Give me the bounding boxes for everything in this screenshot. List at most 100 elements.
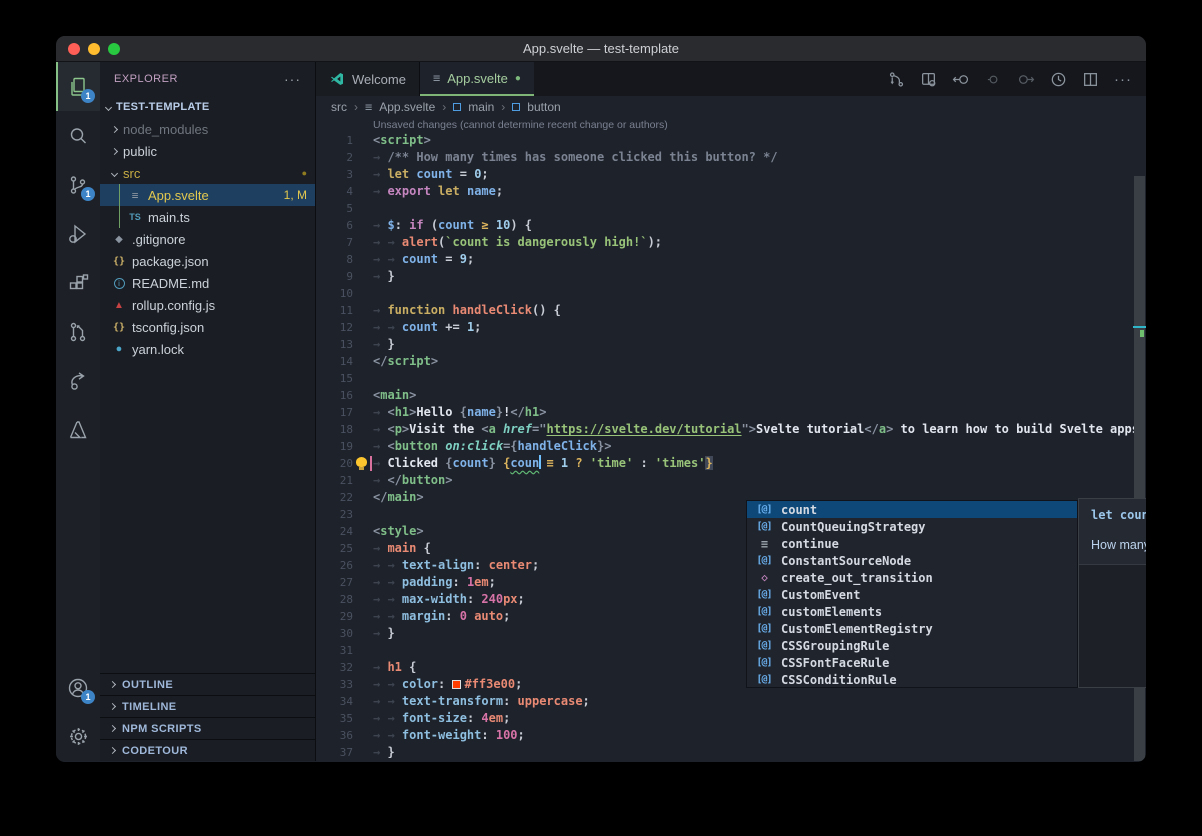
code-line-16[interactable]: 16<main> — [316, 387, 1146, 404]
code-line-6[interactable]: 6→ $: if (count ≥ 10) { — [316, 217, 1146, 234]
code-line-1[interactable]: 1<script> — [316, 132, 1146, 149]
explorer-activity-button[interactable]: 1 — [56, 62, 100, 111]
code-line-21[interactable]: 21→ </button> — [316, 472, 1146, 489]
tree-item-main-ts[interactable]: TSmain.ts — [100, 206, 315, 228]
code-line-14[interactable]: 14</script> — [316, 353, 1146, 370]
suggestion-label: create_out_transition — [781, 571, 933, 585]
code-line-8[interactable]: 8→ → count = 9; — [316, 251, 1146, 268]
tree-item-node-modules[interactable]: node_modules — [100, 118, 315, 140]
suggestion-label: customElements — [781, 605, 882, 619]
section-codetour[interactable]: CODETOUR — [100, 739, 315, 761]
code-line-3[interactable]: 3→ let count = 0; — [316, 166, 1146, 183]
back-icon[interactable] — [952, 71, 971, 88]
more-actions-icon[interactable]: ··· — [1114, 71, 1132, 88]
tree-item-tsconfig-json[interactable]: {}tsconfig.json — [100, 316, 315, 338]
tree-item-src[interactable]: src● — [100, 162, 315, 184]
code-line-15[interactable]: 15 — [316, 370, 1146, 387]
code-line-18[interactable]: 18→ <p>Visit the <a href="https://svelte… — [316, 421, 1146, 438]
file-name: public — [123, 144, 157, 159]
code-line-4[interactable]: 4→ export let name; — [316, 183, 1146, 200]
settings-button[interactable] — [56, 712, 100, 761]
chevron-right-icon — [111, 147, 118, 154]
suggest-details-panel: let count: number How many times has som… — [1078, 498, 1146, 688]
symbol-element-icon — [453, 103, 461, 111]
section-timeline[interactable]: TIMELINE — [100, 695, 315, 717]
source-control-activity-button[interactable]: 1 — [56, 160, 100, 209]
color-swatch — [452, 680, 461, 689]
suggest-item-constantsourcenode[interactable]: [@]ConstantSourceNode — [747, 552, 1077, 569]
code-line-5[interactable]: 5 — [316, 200, 1146, 217]
line-number: 6 — [316, 217, 353, 234]
breadcrumb-item[interactable]: src — [331, 100, 347, 114]
line-number: 20 — [316, 455, 353, 472]
code-line-12[interactable]: 12→ → count += 1; — [316, 319, 1146, 336]
search-activity-button[interactable] — [56, 111, 100, 160]
suggest-item-customevent[interactable]: [@]CustomEvent — [747, 586, 1077, 603]
previous-change-icon[interactable] — [986, 72, 1001, 87]
code-line-36[interactable]: 36→ → font-weight: 100; — [316, 727, 1146, 744]
breadcrumb-item[interactable]: button — [527, 100, 560, 114]
tree-item-public[interactable]: public — [100, 140, 315, 162]
glyph-margin — [353, 387, 373, 404]
suggest-item-count[interactable]: [@]count — [747, 501, 1077, 518]
tab-welcome[interactable]: Welcome — [316, 62, 420, 96]
code-text: </main> — [373, 489, 424, 506]
account-button[interactable]: 1 — [56, 663, 100, 712]
code-line-13[interactable]: 13→ } — [316, 336, 1146, 353]
azure-activity-button[interactable] — [56, 405, 100, 454]
code-line-10[interactable]: 10 — [316, 285, 1146, 302]
breadcrumb-item[interactable]: App.svelte — [379, 100, 435, 114]
tree-item-yarn-lock[interactable]: ●yarn.lock — [100, 338, 315, 360]
code-line-2[interactable]: 2→ /** How many times has someone clicke… — [316, 149, 1146, 166]
suggest-doc: How many times has someone clicked this … — [1091, 538, 1146, 552]
tree-item--gitignore[interactable]: ◆.gitignore — [100, 228, 315, 250]
folder-modified-dot: ● — [302, 168, 307, 178]
tree-item-app-svelte[interactable]: ≡App.svelte1, M — [100, 184, 315, 206]
suggest-item-cssconditionrule[interactable]: [@]CSSConditionRule — [747, 671, 1077, 688]
tree-item-rollup-config-js[interactable]: ▲rollup.config.js — [100, 294, 315, 316]
section-outline[interactable]: OUTLINE — [100, 673, 315, 695]
suggest-item-cssgroupingrule[interactable]: [@]CSSGroupingRule — [747, 637, 1077, 654]
code-line-35[interactable]: 35→ → font-size: 4em; — [316, 710, 1146, 727]
suggest-item-customelements[interactable]: [@]customElements — [747, 603, 1077, 620]
live-share-activity-button[interactable] — [56, 356, 100, 405]
split-editor-icon[interactable] — [1082, 71, 1099, 88]
breadcrumb-separator-icon: › — [354, 100, 358, 114]
code-line-34[interactable]: 34→ → text-transform: uppercase; — [316, 693, 1146, 710]
tree-item-readme-md[interactable]: iREADME.md — [100, 272, 315, 294]
section-npm-scripts[interactable]: NPM SCRIPTS — [100, 717, 315, 739]
source-control-graph-icon[interactable] — [888, 71, 905, 88]
suggest-item-create_out_transition[interactable]: ◇create_out_transition — [747, 569, 1077, 586]
code-line-37[interactable]: 37→ } — [316, 744, 1146, 761]
indent-guide — [119, 184, 120, 206]
code-line-9[interactable]: 9→ } — [316, 268, 1146, 285]
suggest-item-countqueuingstrategy[interactable]: [@]CountQueuingStrategy — [747, 518, 1077, 535]
codelens-label[interactable]: Unsaved changes (cannot determine recent… — [316, 118, 1146, 132]
github-pr-activity-button[interactable] — [56, 307, 100, 356]
code-line-20[interactable]: 20→ Clicked {count} {coun ≡ 1 ? 'time' :… — [316, 455, 1146, 472]
explorer-more-actions[interactable]: ··· — [284, 71, 301, 87]
code-line-7[interactable]: 7→ → alert(`count is dangerously high!`)… — [316, 234, 1146, 251]
glyph-margin — [353, 421, 373, 438]
forward-icon[interactable] — [1016, 71, 1035, 88]
suggest-item-cssfontfacerule[interactable]: [@]CSSFontFaceRule — [747, 654, 1077, 671]
breadcrumb-separator-icon: › — [501, 100, 505, 114]
code-line-19[interactable]: 19→ <button on:click={handleClick}> — [316, 438, 1146, 455]
variable-suggestion-icon: [@] — [752, 589, 776, 600]
window-title: App.svelte — test-template — [56, 36, 1146, 62]
code-text: → → margin: 0 auto; — [373, 608, 510, 625]
tree-item-package-json[interactable]: {}package.json — [100, 250, 315, 272]
glyph-margin — [353, 591, 373, 608]
suggest-item-customelementregistry[interactable]: [@]CustomElementRegistry — [747, 620, 1077, 637]
tab-app-svelte[interactable]: ≡App.svelte● — [420, 62, 534, 96]
timeline-clock-icon[interactable] — [1050, 71, 1067, 88]
code-line-17[interactable]: 17→ <h1>Hello {name}!</h1> — [316, 404, 1146, 421]
project-root-row[interactable]: TEST-TEMPLATE — [100, 96, 315, 118]
breadcrumb-item[interactable]: main — [468, 100, 494, 114]
open-changes-icon[interactable] — [920, 71, 937, 88]
run-debug-activity-button[interactable] — [56, 209, 100, 258]
code-line-11[interactable]: 11→ function handleClick() { — [316, 302, 1146, 319]
lightbulb-icon[interactable] — [356, 457, 367, 467]
extensions-activity-button[interactable] — [56, 258, 100, 307]
suggest-item-continue[interactable]: ≡continue — [747, 535, 1077, 552]
